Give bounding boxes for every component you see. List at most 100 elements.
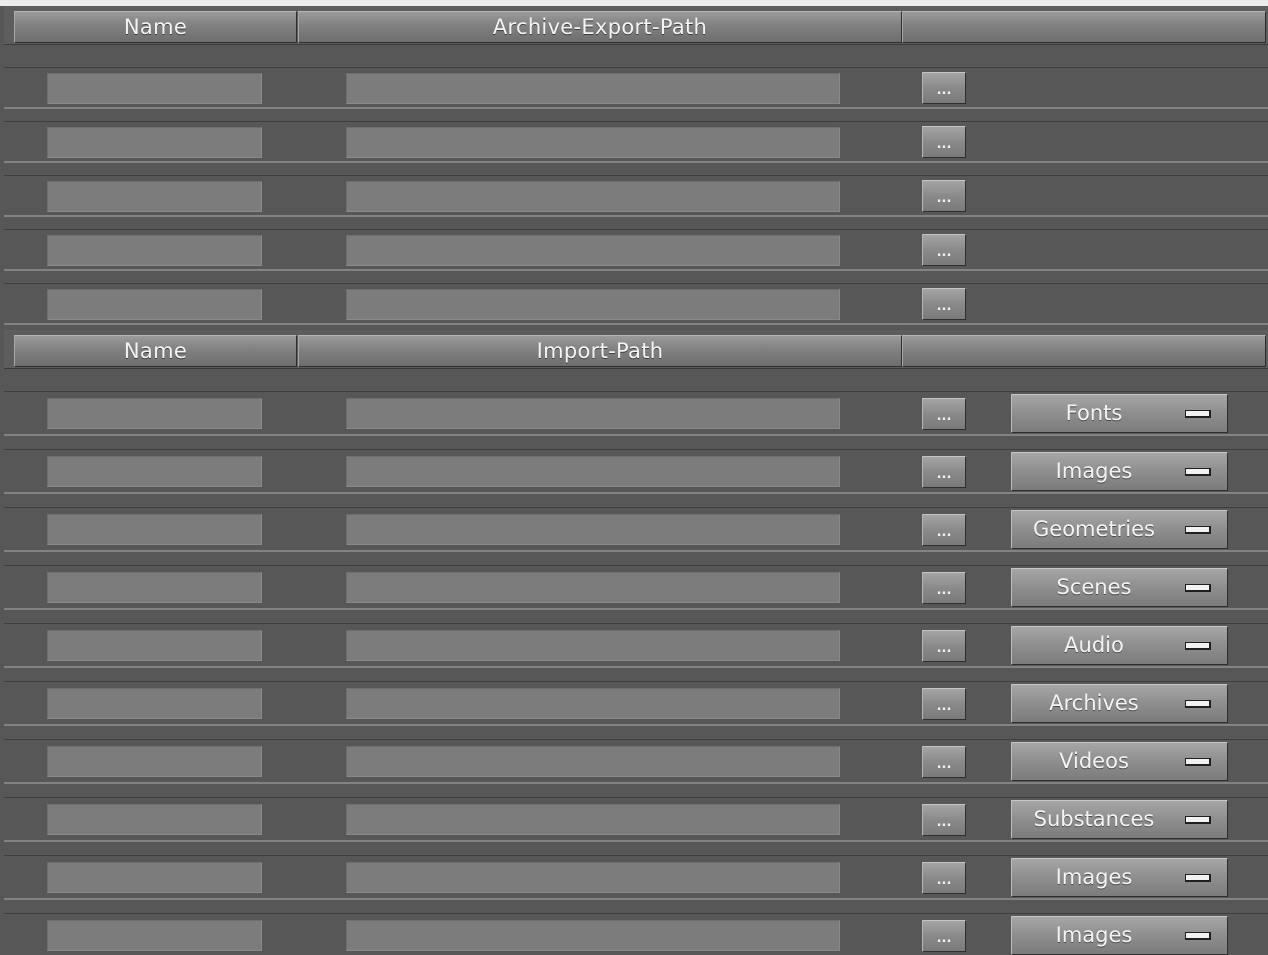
import-actions-column-header[interactable] <box>902 335 1266 367</box>
asset-type-dropdown[interactable]: Archives <box>1011 684 1228 723</box>
dropdown-indicator-icon <box>1185 816 1211 824</box>
import-name-field[interactable] <box>47 920 262 951</box>
dropdown-indicator-icon <box>1185 468 1211 476</box>
export-name-field[interactable] <box>47 235 262 266</box>
import-name-field[interactable] <box>47 688 262 719</box>
asset-type-label: Geometries <box>1033 517 1155 541</box>
export-table-row: ... <box>4 229 1268 271</box>
import-path-field[interactable] <box>346 920 840 951</box>
import-path-field[interactable] <box>346 456 840 487</box>
asset-type-dropdown[interactable]: Substances <box>1011 800 1228 839</box>
browse-button[interactable]: ... <box>922 398 966 430</box>
browse-button[interactable]: ... <box>922 688 966 720</box>
browse-button[interactable]: ... <box>922 746 966 778</box>
dropdown-indicator-icon <box>1185 874 1211 882</box>
export-path-field[interactable] <box>346 181 840 212</box>
import-name-column-header[interactable]: Name <box>14 335 297 367</box>
asset-type-label: Images <box>1055 865 1133 889</box>
export-name-field[interactable] <box>47 73 262 104</box>
import-table-row: ... Images <box>4 855 1268 900</box>
import-path-field[interactable] <box>346 746 840 777</box>
import-table-row: ... Geometries <box>4 507 1268 552</box>
dropdown-indicator-icon <box>1185 410 1211 418</box>
browse-button[interactable]: ... <box>922 72 966 104</box>
export-path-field[interactable] <box>346 235 840 266</box>
import-table-row: ... Substances <box>4 797 1268 842</box>
import-path-field[interactable] <box>346 398 840 429</box>
dropdown-indicator-icon <box>1185 526 1211 534</box>
import-table-row: ... Archives <box>4 681 1268 726</box>
dropdown-indicator-icon <box>1185 642 1211 650</box>
path-settings-panel: Name Archive-Export-Path ...............… <box>0 0 1268 955</box>
import-table-row: ... Scenes <box>4 565 1268 610</box>
asset-type-label: Videos <box>1059 749 1129 773</box>
asset-type-label: Fonts <box>1065 401 1123 425</box>
export-table-row: ... <box>4 175 1268 217</box>
import-path-field[interactable] <box>346 572 840 603</box>
import-name-field[interactable] <box>47 746 262 777</box>
import-section: Name Import-Path ... Fonts... Images... Geo… <box>4 330 1268 955</box>
browse-button[interactable]: ... <box>922 514 966 546</box>
import-name-field[interactable] <box>47 630 262 661</box>
asset-type-dropdown[interactable]: Geometries <box>1011 510 1228 549</box>
browse-button[interactable]: ... <box>922 180 966 212</box>
import-path-field[interactable] <box>346 688 840 719</box>
dropdown-indicator-icon <box>1185 700 1211 708</box>
import-table-header: Name Import-Path <box>4 330 1268 369</box>
export-name-field[interactable] <box>47 127 262 158</box>
import-path-column-header[interactable]: Import-Path <box>298 335 902 367</box>
export-table-header: Name Archive-Export-Path <box>4 6 1268 45</box>
import-name-field[interactable] <box>47 514 262 545</box>
import-table-row: ... Fonts <box>4 391 1268 436</box>
export-table-row: ... <box>4 121 1268 163</box>
import-name-field[interactable] <box>47 398 262 429</box>
asset-type-label: Scenes <box>1056 575 1132 599</box>
browse-button[interactable]: ... <box>922 456 966 488</box>
browse-button[interactable]: ... <box>922 126 966 158</box>
dropdown-indicator-icon <box>1185 584 1211 592</box>
export-table-row: ... <box>4 67 1268 109</box>
browse-button[interactable]: ... <box>922 804 966 836</box>
export-path-field[interactable] <box>346 127 840 158</box>
asset-type-dropdown[interactable]: Images <box>1011 916 1228 955</box>
export-name-field[interactable] <box>47 289 262 320</box>
import-name-field[interactable] <box>47 572 262 603</box>
import-path-field[interactable] <box>346 862 840 893</box>
asset-type-label: Images <box>1055 459 1133 483</box>
import-table-row: ... Audio <box>4 623 1268 668</box>
browse-button[interactable]: ... <box>922 288 966 320</box>
export-table-row: ... <box>4 283 1268 325</box>
browse-button[interactable]: ... <box>922 234 966 266</box>
import-name-field[interactable] <box>47 456 262 487</box>
browse-button[interactable]: ... <box>922 920 966 952</box>
export-name-column-header[interactable]: Name <box>14 11 297 43</box>
import-name-field[interactable] <box>47 862 262 893</box>
import-table-row: ... Images <box>4 449 1268 494</box>
export-path-column-header[interactable]: Archive-Export-Path <box>298 11 902 43</box>
import-path-field[interactable] <box>346 514 840 545</box>
import-table-row: ... Images <box>4 913 1268 955</box>
dropdown-indicator-icon <box>1185 758 1211 766</box>
asset-type-dropdown[interactable]: Scenes <box>1011 568 1228 607</box>
browse-button[interactable]: ... <box>922 630 966 662</box>
asset-type-dropdown[interactable]: Fonts <box>1011 394 1228 433</box>
export-path-field[interactable] <box>346 73 840 104</box>
export-path-field[interactable] <box>346 289 840 320</box>
import-name-field[interactable] <box>47 804 262 835</box>
browse-button[interactable]: ... <box>922 572 966 604</box>
import-path-field[interactable] <box>346 804 840 835</box>
asset-type-label: Images <box>1055 923 1133 947</box>
export-actions-column-header[interactable] <box>902 11 1266 43</box>
asset-type-label: Audio <box>1064 633 1124 657</box>
asset-type-dropdown[interactable]: Images <box>1011 452 1228 491</box>
asset-type-dropdown[interactable]: Images <box>1011 858 1228 897</box>
asset-type-dropdown[interactable]: Videos <box>1011 742 1228 781</box>
export-name-field[interactable] <box>47 181 262 212</box>
asset-type-label: Substances <box>1033 807 1155 831</box>
asset-type-dropdown[interactable]: Audio <box>1011 626 1228 665</box>
import-table-row: ... Videos <box>4 739 1268 784</box>
import-path-field[interactable] <box>346 630 840 661</box>
dropdown-indicator-icon <box>1185 932 1211 940</box>
asset-type-label: Archives <box>1049 691 1139 715</box>
browse-button[interactable]: ... <box>922 862 966 894</box>
